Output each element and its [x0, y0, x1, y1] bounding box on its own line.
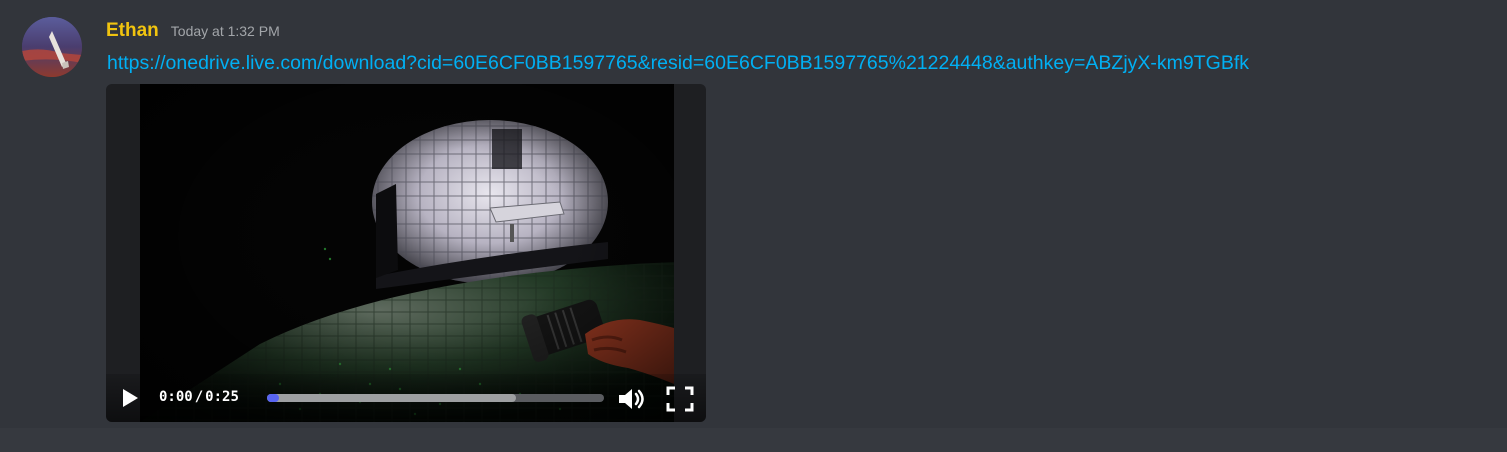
avatar-image — [22, 17, 82, 77]
video-frame — [140, 84, 674, 422]
play-icon — [123, 389, 138, 407]
progress-bar[interactable] — [267, 394, 604, 402]
fullscreen-icon — [666, 386, 694, 412]
current-time: 0:00 — [159, 389, 193, 405]
progress-played — [267, 394, 279, 402]
video-controls: 0:00 / 0:25 — [106, 374, 706, 422]
play-button[interactable] — [120, 386, 140, 410]
message-header: Ethan Today at 1:32 PM — [106, 20, 280, 46]
time-separator: / — [194, 389, 204, 405]
chat-background-strip — [0, 428, 1507, 452]
video-player[interactable]: 0:00 / 0:25 — [106, 84, 706, 422]
message-timestamp: Today at 1:32 PM — [170, 23, 280, 39]
volume-icon — [619, 389, 644, 409]
video-time: 0:00 / 0:25 — [159, 389, 239, 405]
author-name[interactable]: Ethan — [106, 20, 159, 42]
avatar[interactable] — [22, 17, 82, 77]
fullscreen-button[interactable] — [666, 386, 694, 412]
video-thumbnail-scene — [140, 84, 674, 422]
progress-buffer — [267, 394, 517, 402]
duration: 0:25 — [205, 389, 239, 405]
volume-button[interactable] — [617, 386, 649, 412]
message-link[interactable]: https://onedrive.live.com/download?cid=6… — [107, 52, 1249, 75]
